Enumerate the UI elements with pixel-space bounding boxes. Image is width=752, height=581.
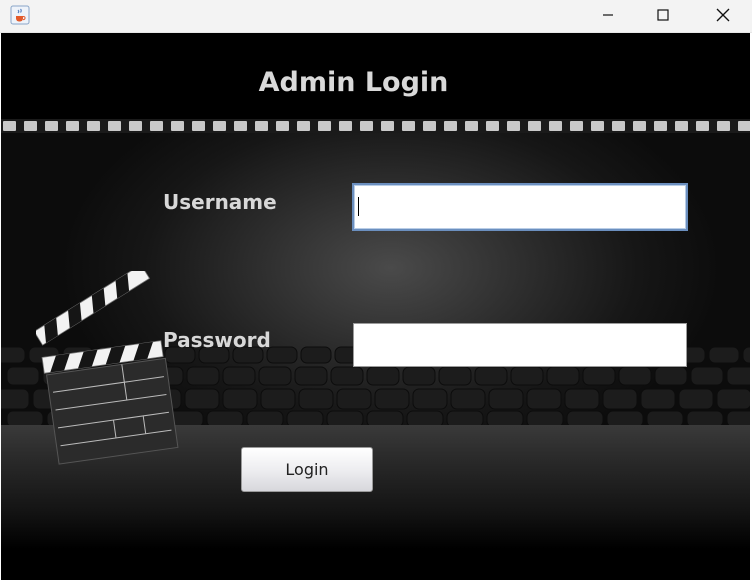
seat: [546, 366, 580, 386]
film-hole: [318, 121, 331, 131]
film-hole: [465, 121, 478, 131]
film-hole: [171, 121, 184, 131]
film-hole: [507, 121, 520, 131]
seat: [330, 366, 364, 386]
film-hole: [654, 121, 667, 131]
film-hole: [591, 121, 604, 131]
seat: [602, 388, 638, 410]
seat: [1, 346, 26, 364]
seat: [294, 366, 328, 386]
film-hole: [549, 121, 562, 131]
film-hole: [3, 121, 16, 131]
seat: [742, 346, 750, 364]
seat: [222, 388, 258, 410]
seat: [266, 346, 298, 364]
seat: [708, 346, 740, 364]
seat: [366, 366, 400, 386]
seat: [582, 366, 616, 386]
seat: [298, 388, 334, 410]
seat: [260, 388, 296, 410]
film-hole: [66, 121, 79, 131]
java-cup-icon[interactable]: [10, 5, 30, 25]
seat: [402, 366, 436, 386]
film-hole: [633, 121, 646, 131]
film-hole: [423, 121, 436, 131]
film-hole: [675, 121, 688, 131]
seat: [526, 388, 562, 410]
seat: [690, 366, 724, 386]
close-icon: [716, 8, 730, 22]
film-hole: [738, 121, 750, 131]
film-hole: [402, 121, 415, 131]
login-button[interactable]: Login: [241, 447, 373, 492]
seat: [474, 366, 508, 386]
seat: [564, 388, 600, 410]
film-hole: [444, 121, 457, 131]
seat: [300, 346, 332, 364]
film-hole: [717, 121, 730, 131]
text-caret: [358, 197, 359, 216]
maximize-icon: [657, 9, 669, 21]
seat: [412, 388, 448, 410]
seat: [222, 366, 256, 386]
seat: [258, 366, 292, 386]
film-hole: [192, 121, 205, 131]
password-field[interactable]: [353, 323, 687, 367]
seat: [640, 388, 676, 410]
seat: [726, 366, 750, 386]
seat: [6, 366, 40, 386]
film-hole: [108, 121, 121, 131]
login-panel: Admin Login Username Password Login: [1, 33, 750, 580]
film-hole: [87, 121, 100, 131]
film-hole: [45, 121, 58, 131]
film-hole: [297, 121, 310, 131]
seat: [336, 388, 372, 410]
film-hole: [381, 121, 394, 131]
seat: [374, 388, 410, 410]
seat: [1, 388, 30, 410]
username-field[interactable]: [352, 183, 688, 231]
seat: [618, 366, 652, 386]
film-hole: [696, 121, 709, 131]
maximize-button[interactable]: [640, 0, 686, 30]
film-hole: [213, 121, 226, 131]
seat: [510, 366, 544, 386]
minimize-icon: [603, 14, 613, 16]
seat: [450, 388, 486, 410]
seat: [488, 388, 524, 410]
film-hole: [276, 121, 289, 131]
film-hole: [360, 121, 373, 131]
seat: [654, 366, 688, 386]
film-hole: [339, 121, 352, 131]
page-title: Admin Login: [258, 67, 449, 98]
film-hole: [570, 121, 583, 131]
film-hole: [234, 121, 247, 131]
window-titlebar: [0, 0, 752, 33]
minimize-button[interactable]: [585, 0, 631, 30]
film-hole: [486, 121, 499, 131]
film-strip-decoration: [1, 119, 750, 133]
film-hole: [24, 121, 37, 131]
clapperboard-icon: [36, 271, 179, 465]
close-button[interactable]: [700, 0, 746, 30]
film-hole: [129, 121, 142, 131]
film-hole: [528, 121, 541, 131]
seat: [438, 366, 472, 386]
seat: [678, 388, 714, 410]
film-hole: [150, 121, 163, 131]
username-label: Username: [163, 190, 277, 214]
seat: [716, 388, 750, 410]
film-hole: [612, 121, 625, 131]
film-hole: [255, 121, 268, 131]
